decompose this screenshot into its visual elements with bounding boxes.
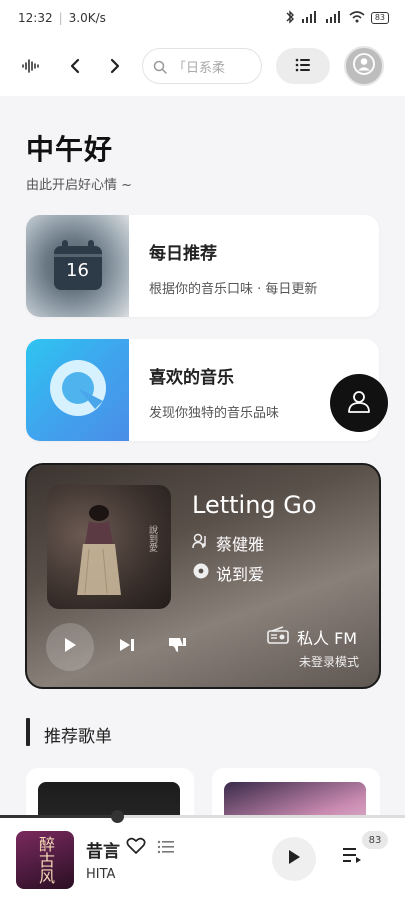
next-button[interactable]: [115, 635, 139, 659]
radio-icon: [267, 626, 289, 648]
now-playing-card[interactable]: 說到愛 Letting Go 蔡健雅 说到爱 私人 FM 未登录模式: [25, 463, 381, 689]
liked-music-thumb: [26, 339, 129, 441]
play-button[interactable]: [46, 623, 94, 671]
status-bar: 12:32 | 3.0K/s 83: [0, 0, 405, 36]
search-icon: [153, 59, 167, 74]
greeting-title: 中午好: [26, 133, 114, 166]
greeting-subtitle: 由此开启好心情 ~: [26, 178, 133, 193]
daily-recommend-title: 每日推荐: [149, 244, 217, 264]
album-name: 说到爱: [216, 565, 265, 584]
calendar-day: 16: [66, 260, 89, 281]
album-figure: [77, 505, 121, 595]
chevron-right-icon[interactable]: [98, 49, 132, 83]
progress-fill: [0, 815, 118, 818]
daily-recommend-thumb: 16: [26, 215, 129, 317]
waveform-icon[interactable]: [14, 49, 48, 83]
status-speed: 3.0K/s: [68, 11, 106, 25]
heart-icon[interactable]: [126, 837, 146, 859]
disc-icon: [192, 562, 210, 584]
dislike-button[interactable]: [165, 635, 189, 659]
top-bar: 「日系柔: [0, 36, 405, 96]
play-icon: [62, 636, 78, 658]
section-title: 推荐歌单: [44, 727, 112, 747]
song-title: Letting Go: [192, 491, 317, 519]
mini-player[interactable]: 醉古风 昔言 HITA 83: [0, 810, 405, 900]
bluetooth-icon: [285, 9, 295, 27]
album-row[interactable]: 说到爱: [192, 561, 264, 585]
daily-recommend-desc: 根据你的音乐口味 · 每日更新: [149, 282, 318, 297]
user-avatar-icon: [353, 53, 375, 79]
progress-bar[interactable]: [0, 810, 405, 823]
list-icon[interactable]: [157, 839, 175, 859]
album-art-text: 說到愛: [147, 525, 157, 552]
fm-mode: 未登录模式: [299, 655, 360, 669]
floating-user-button[interactable]: [330, 374, 388, 432]
search-input[interactable]: 「日系柔: [142, 48, 262, 84]
chevron-left-icon[interactable]: [58, 49, 92, 83]
play-icon: [286, 848, 302, 870]
status-time: 12:32: [18, 11, 53, 25]
progress-knob[interactable]: [111, 810, 125, 823]
queue-count-badge: 83: [362, 831, 388, 849]
album-cover[interactable]: 說到愛: [47, 485, 171, 609]
battery-icon: 83: [370, 12, 389, 24]
signal-icon-2: [325, 10, 343, 26]
search-placeholder: 「日系柔: [173, 60, 226, 76]
private-fm-button[interactable]: 私人 FM: [267, 625, 357, 649]
list-icon: [295, 57, 311, 76]
calendar-icon: 16: [50, 238, 106, 294]
artist-name: 蔡健雅: [216, 535, 265, 554]
liked-music-title: 喜欢的音乐: [149, 368, 234, 388]
wifi-icon: [349, 10, 365, 26]
mini-artist: HITA: [86, 867, 116, 882]
queue-icon[interactable]: [342, 845, 364, 869]
section-indicator: [26, 718, 30, 746]
liked-music-card[interactable]: 喜欢的音乐 发现你独特的音乐品味: [26, 339, 379, 441]
artist-icon: [192, 532, 210, 554]
liked-music-desc: 发现你独特的音乐品味: [149, 406, 280, 421]
list-button[interactable]: [276, 48, 330, 84]
mini-cover[interactable]: 醉古风: [16, 831, 74, 889]
music-circle-icon: [47, 357, 109, 423]
user-icon: [346, 388, 372, 418]
signal-icon: [301, 10, 319, 26]
fm-label: 私人 FM: [297, 629, 358, 648]
skip-next-icon: [118, 637, 136, 657]
artist-row[interactable]: 蔡健雅: [192, 531, 264, 555]
daily-recommend-card[interactable]: 16 每日推荐 根据你的音乐口味 · 每日更新: [26, 215, 379, 317]
mini-play-button[interactable]: [272, 837, 316, 881]
mini-song-title: 昔言: [86, 842, 120, 862]
thumbs-down-icon: [167, 636, 187, 658]
user-avatar[interactable]: [344, 46, 384, 86]
